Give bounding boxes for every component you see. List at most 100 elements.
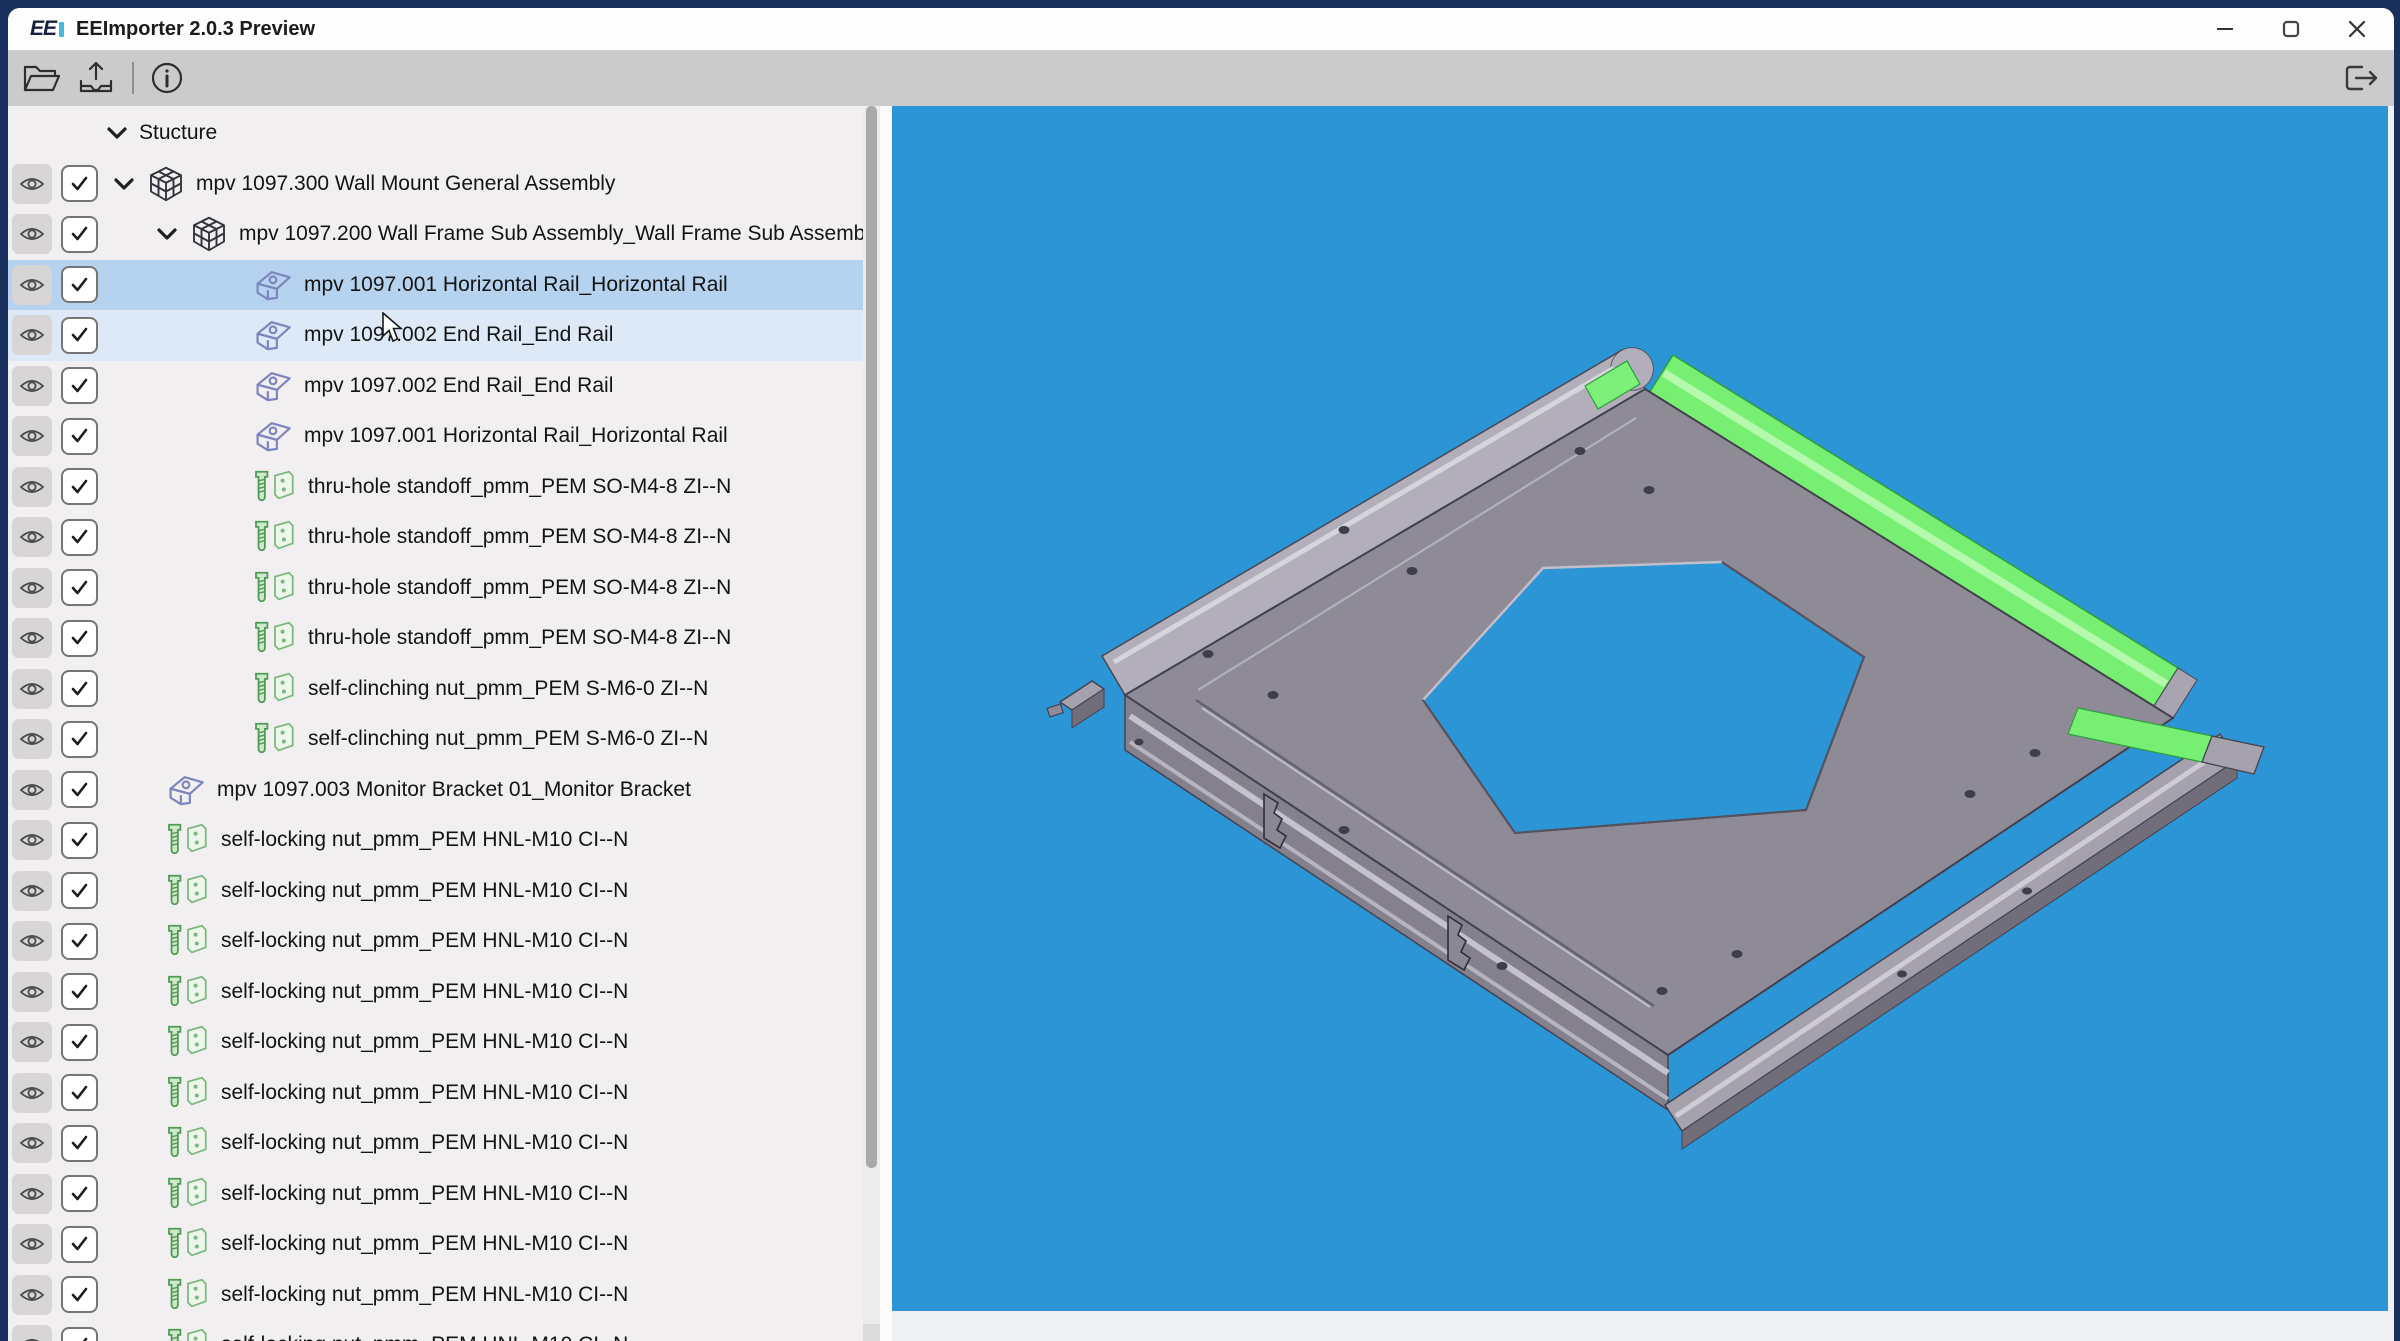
include-checkbox[interactable]	[61, 266, 98, 304]
minimize-button[interactable]	[2192, 8, 2258, 50]
visibility-eye-button[interactable]	[12, 517, 52, 558]
tree-item-label[interactable]: self-clinching nut_pmm_PEM S-M6-0 ZI--N	[308, 727, 708, 751]
tree-item-label[interactable]: self-locking nut_pmm_PEM HNL-M10 CI--N	[221, 1131, 628, 1155]
visibility-eye-button[interactable]	[12, 416, 52, 457]
include-checkbox[interactable]	[61, 1124, 98, 1162]
tree-row[interactable]: self-locking nut_pmm_PEM HNL-M10 CI--N	[8, 1219, 864, 1270]
tree-row[interactable]: Stucture	[8, 108, 864, 159]
visibility-eye-button[interactable]	[12, 769, 52, 810]
visibility-eye-button[interactable]	[12, 1274, 52, 1315]
tree-row[interactable]: self-locking nut_pmm_PEM HNL-M10 CI--N	[8, 1320, 864, 1341]
tree-item-label[interactable]: thru-hole standoff_pmm_PEM SO-M4-8 ZI--N	[308, 525, 731, 549]
tree-item-label[interactable]: mpv 1097.200 Wall Frame Sub Assembly_Wal…	[239, 222, 880, 246]
tree-row[interactable]: mpv 1097.300 Wall Mount General Assembly	[8, 159, 864, 210]
tree-item-label[interactable]: thru-hole standoff_pmm_PEM SO-M4-8 ZI--N	[308, 475, 731, 499]
visibility-eye-button[interactable]	[12, 1123, 52, 1164]
include-checkbox[interactable]	[61, 569, 98, 607]
tree-row[interactable]: self-clinching nut_pmm_PEM S-M6-0 ZI--N	[8, 664, 864, 715]
visibility-eye-button[interactable]	[12, 214, 52, 255]
tree-row[interactable]: self-locking nut_pmm_PEM HNL-M10 CI--N	[8, 866, 864, 917]
visibility-eye-button[interactable]	[12, 1224, 52, 1265]
tree-item-label[interactable]: self-locking nut_pmm_PEM HNL-M10 CI--N	[221, 1333, 628, 1341]
tree-row[interactable]: self-locking nut_pmm_PEM HNL-M10 CI--N	[8, 1270, 864, 1321]
maximize-button[interactable]	[2258, 8, 2324, 50]
include-checkbox[interactable]	[61, 973, 98, 1011]
include-checkbox[interactable]	[61, 670, 98, 708]
tree-row[interactable]: mpv 1097.200 Wall Frame Sub Assembly_Wal…	[8, 209, 880, 260]
tree-row[interactable]: thru-hole standoff_pmm_PEM SO-M4-8 ZI--N	[8, 462, 864, 513]
tree-row[interactable]: self-locking nut_pmm_PEM HNL-M10 CI--N	[8, 815, 864, 866]
export-model-button[interactable]	[76, 59, 116, 97]
include-checkbox[interactable]	[61, 720, 98, 758]
visibility-eye-button[interactable]	[12, 365, 52, 406]
tree-item-label[interactable]: mpv 1097.002 End Rail_End Rail	[304, 374, 613, 398]
tree-row[interactable]: mpv 1097.002 End Rail_End Rail	[8, 310, 864, 361]
expand-chevron[interactable]	[112, 174, 136, 194]
expand-chevron[interactable]	[105, 123, 129, 143]
include-checkbox[interactable]	[61, 1175, 98, 1213]
include-checkbox[interactable]	[61, 165, 98, 203]
tree-row[interactable]: mpv 1097.002 End Rail_End Rail	[8, 361, 864, 412]
visibility-eye-button[interactable]	[12, 820, 52, 861]
tree-row[interactable]: self-locking nut_pmm_PEM HNL-M10 CI--N	[8, 967, 864, 1018]
tree-scrollbar[interactable]	[863, 106, 880, 1341]
visibility-eye-button[interactable]	[12, 719, 52, 760]
open-folder-button[interactable]	[22, 59, 62, 97]
visibility-eye-button[interactable]	[12, 618, 52, 659]
tree-row[interactable]: mpv 1097.001 Horizontal Rail_Horizontal …	[8, 259, 864, 310]
tree-row[interactable]: self-clinching nut_pmm_PEM S-M6-0 ZI--N	[8, 714, 864, 765]
tree-row[interactable]: mpv 1097.001 Horizontal Rail_Horizontal …	[8, 411, 864, 462]
info-button[interactable]	[148, 59, 186, 97]
include-checkbox[interactable]	[61, 872, 98, 910]
visibility-eye-button[interactable]	[12, 567, 52, 608]
tree-row[interactable]: mpv 1097.003 Monitor Bracket 01_Monitor …	[8, 765, 864, 816]
visibility-eye-button[interactable]	[12, 870, 52, 911]
visibility-eye-button[interactable]	[12, 315, 52, 356]
visibility-eye-button[interactable]	[12, 668, 52, 709]
tree-row[interactable]: self-locking nut_pmm_PEM HNL-M10 CI--N	[8, 1017, 864, 1068]
visibility-eye-button[interactable]	[12, 1072, 52, 1113]
visibility-eye-button[interactable]	[12, 466, 52, 507]
include-checkbox[interactable]	[61, 619, 98, 657]
include-checkbox[interactable]	[61, 1074, 98, 1112]
include-checkbox[interactable]	[61, 518, 98, 556]
tree-item-label[interactable]: self-locking nut_pmm_PEM HNL-M10 CI--N	[221, 879, 628, 903]
exit-button[interactable]	[2338, 59, 2380, 102]
visibility-eye-button[interactable]	[12, 1325, 52, 1341]
tree-item-label[interactable]: self-locking nut_pmm_PEM HNL-M10 CI--N	[221, 1283, 628, 1307]
tree-row[interactable]: thru-hole standoff_pmm_PEM SO-M4-8 ZI--N	[8, 563, 864, 614]
include-checkbox[interactable]	[61, 468, 98, 506]
close-button[interactable]	[2324, 8, 2390, 50]
tree-row[interactable]: self-locking nut_pmm_PEM HNL-M10 CI--N	[8, 1169, 864, 1220]
tree-item-label[interactable]: Stucture	[139, 121, 217, 145]
include-checkbox[interactable]	[61, 316, 98, 354]
visibility-eye-button[interactable]	[12, 1022, 52, 1063]
tree-item-label[interactable]: mpv 1097.001 Horizontal Rail_Horizontal …	[304, 273, 728, 297]
include-checkbox[interactable]	[61, 1276, 98, 1314]
tree-item-label[interactable]: thru-hole standoff_pmm_PEM SO-M4-8 ZI--N	[308, 626, 731, 650]
tree-item-label[interactable]: self-locking nut_pmm_PEM HNL-M10 CI--N	[221, 1030, 628, 1054]
tree-row[interactable]: thru-hole standoff_pmm_PEM SO-M4-8 ZI--N	[8, 512, 864, 563]
tree-item-label[interactable]: mpv 1097.001 Horizontal Rail_Horizontal …	[304, 424, 728, 448]
tree-item-label[interactable]: self-locking nut_pmm_PEM HNL-M10 CI--N	[221, 828, 628, 852]
visibility-eye-button[interactable]	[12, 264, 52, 305]
include-checkbox[interactable]	[61, 1225, 98, 1263]
include-checkbox[interactable]	[61, 367, 98, 405]
tree-item-label[interactable]: self-locking nut_pmm_PEM HNL-M10 CI--N	[221, 1081, 628, 1105]
tree-item-label[interactable]: self-locking nut_pmm_PEM HNL-M10 CI--N	[221, 929, 628, 953]
visibility-eye-button[interactable]	[12, 921, 52, 962]
include-checkbox[interactable]	[61, 417, 98, 455]
expand-chevron[interactable]	[155, 224, 179, 244]
tree-item-label[interactable]: self-locking nut_pmm_PEM HNL-M10 CI--N	[221, 980, 628, 1004]
tree-row[interactable]: self-locking nut_pmm_PEM HNL-M10 CI--N	[8, 1118, 864, 1169]
visibility-eye-button[interactable]	[12, 163, 52, 204]
visibility-eye-button[interactable]	[12, 971, 52, 1012]
tree-row[interactable]: self-locking nut_pmm_PEM HNL-M10 CI--N	[8, 1068, 864, 1119]
visibility-eye-button[interactable]	[12, 1173, 52, 1214]
tree-item-label[interactable]: mpv 1097.300 Wall Mount General Assembly	[196, 172, 615, 196]
tree-item-label[interactable]: self-clinching nut_pmm_PEM S-M6-0 ZI--N	[308, 677, 708, 701]
include-checkbox[interactable]	[61, 1326, 98, 1341]
include-checkbox[interactable]	[61, 771, 98, 809]
include-checkbox[interactable]	[61, 215, 98, 253]
tree-item-label[interactable]: self-locking nut_pmm_PEM HNL-M10 CI--N	[221, 1232, 628, 1256]
